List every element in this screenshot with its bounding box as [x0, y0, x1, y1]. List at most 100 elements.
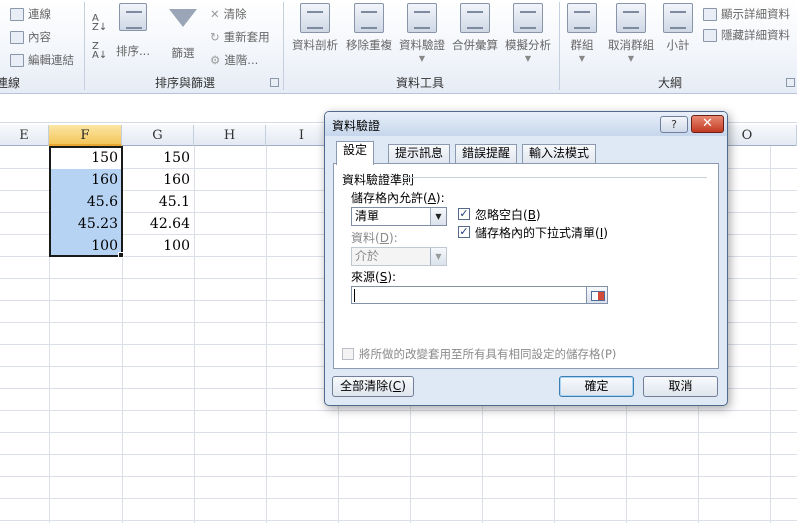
criteria-heading: 資料驗證準則 — [342, 173, 415, 187]
tab-error-alert[interactable]: 錯誤提醒 — [455, 144, 518, 163]
data-validation-button[interactable]: 資料驗證 ▼ — [396, 3, 448, 63]
ungroup-icon — [616, 3, 646, 33]
data-select[interactable]: 介於 ▼ — [351, 247, 447, 266]
reapply-icon: ↻ — [210, 30, 220, 44]
ok-button[interactable]: 確定 — [559, 376, 634, 397]
show-detail-icon — [703, 7, 717, 21]
chevron-down-icon: ▼ — [430, 248, 446, 265]
data-tools-group-label: 資料工具 — [395, 76, 444, 90]
chevron-down-icon: ▼ — [578, 54, 586, 63]
reapply-button[interactable]: ↻ 重新套用 — [210, 29, 270, 45]
connections-button[interactable]: 連線 — [10, 6, 51, 22]
tab-ime-mode[interactable]: 輸入法模式 — [522, 144, 597, 163]
column-header-e[interactable]: E — [0, 125, 49, 146]
what-if-analysis-button[interactable]: 模擬分析 ▼ — [502, 3, 554, 63]
properties-button[interactable]: 內容 — [10, 29, 51, 45]
consolidate-button[interactable]: 合併彙算 — [449, 3, 501, 53]
in-cell-dropdown-checkbox[interactable]: ✓ — [458, 226, 470, 238]
help-button[interactable]: ? — [660, 116, 688, 133]
sort-button[interactable]: 排序... — [114, 3, 152, 58]
ignore-blank-checkbox[interactable]: ✓ — [458, 208, 470, 220]
column-header-g[interactable]: G — [122, 125, 194, 146]
filter-button[interactable]: 篩選 — [165, 3, 201, 60]
subtotal-icon — [663, 3, 693, 33]
cancel-button[interactable]: 取消 — [643, 376, 718, 397]
grid-line — [0, 410, 797, 411]
data-label: 資料(D): — [351, 231, 398, 245]
ignore-blank-label: 忽略空白(B) — [475, 208, 541, 222]
hide-detail-icon — [703, 28, 717, 42]
remove-duplicates-icon — [354, 3, 384, 33]
grid-line — [0, 498, 797, 499]
tab-input-message[interactable]: 提示訊息 — [388, 144, 451, 163]
column-header-h[interactable]: H — [194, 125, 266, 146]
source-label: 來源(S): — [351, 270, 397, 284]
sort-filter-group-label: 排序與篩選 — [154, 76, 215, 90]
sort-za-icon: Z A↓ — [92, 41, 108, 61]
data-validation-dialog: 資料驗證 ? ✕ 設定 提示訊息 錯誤提醒 輸入法模式 資料驗證準則 儲存格內允… — [324, 111, 728, 406]
connections-icon — [10, 7, 24, 21]
allow-select[interactable]: 清單 ▼ — [351, 207, 447, 226]
filter-funnel-icon — [169, 9, 197, 27]
cell-g1[interactable]: 150 — [123, 147, 193, 169]
grid-line — [194, 146, 195, 523]
grid-line — [0, 454, 797, 455]
show-detail-button[interactable]: 顯示詳細資料 — [703, 6, 790, 22]
chevron-down-icon: ▼ — [430, 208, 446, 225]
cell-g3[interactable]: 45.1 — [123, 191, 193, 213]
dialog-launcher-icon[interactable] — [270, 78, 279, 87]
grid-line — [770, 146, 771, 523]
chevron-down-icon: ▼ — [524, 54, 532, 63]
clear-filter-button[interactable]: ✕ 清除 — [210, 6, 247, 22]
source-input[interactable] — [351, 286, 608, 304]
ungroup-button[interactable]: 取消群組 ▼ — [605, 3, 657, 63]
clear-all-button[interactable]: 全部清除(C) — [332, 376, 414, 397]
close-button[interactable]: ✕ — [691, 115, 724, 133]
selection-border — [49, 146, 123, 257]
dialog-titlebar[interactable]: 資料驗證 ? ✕ — [325, 112, 727, 136]
settings-tab-panel: 資料驗證準則 儲存格內允許(A): 清單 ▼ ✓ 忽略空白(B) ✓ 儲存格內的… — [333, 163, 719, 369]
tab-settings[interactable]: 設定 — [336, 141, 375, 165]
text-to-columns-icon — [300, 3, 330, 33]
group-icon — [567, 3, 597, 33]
remove-duplicates-button[interactable]: 移除重複 — [343, 3, 395, 53]
subtotal-button[interactable]: 小計 — [661, 3, 695, 53]
chevron-down-icon: ▼ — [627, 54, 635, 63]
text-caret — [354, 289, 355, 302]
apply-all-label: 將所做的改變套用至所有具有相同設定的儲存格(P) — [359, 347, 617, 361]
group-divider — [283, 2, 284, 90]
what-if-icon — [513, 3, 543, 33]
properties-icon — [10, 30, 24, 44]
data-validation-icon — [407, 3, 437, 33]
collapse-dialog-button[interactable] — [586, 286, 608, 304]
sort-descending-button[interactable]: Z A↓ — [92, 41, 108, 61]
hide-detail-button[interactable]: 隱藏詳細資料 — [703, 27, 790, 43]
grid-line — [266, 146, 267, 523]
allow-label: 儲存格內允許(A): — [351, 191, 445, 205]
group-divider — [559, 2, 560, 90]
cell-g4[interactable]: 42.64 — [123, 213, 193, 235]
group-divider — [402, 177, 707, 178]
connections-group-label: 連線 — [0, 76, 21, 90]
apply-all-checkbox[interactable] — [342, 348, 354, 360]
advanced-filter-icon: ⚙ — [210, 53, 221, 67]
grid-line — [0, 476, 797, 477]
edit-links-button[interactable]: 編輯連結 — [10, 52, 74, 68]
edit-links-icon — [10, 53, 24, 67]
cell-g5[interactable]: 100 — [123, 235, 193, 257]
dialog-title: 資料驗證 — [332, 119, 381, 133]
text-to-columns-button[interactable]: 資料剖析 — [289, 3, 341, 53]
group-divider — [84, 2, 85, 90]
sort-ascending-button[interactable]: A Z↓ — [92, 13, 108, 33]
cell-g2[interactable]: 160 — [123, 169, 193, 191]
group-button[interactable]: 群組 ▼ — [565, 3, 599, 63]
outline-group-label: 大綱 — [657, 76, 682, 90]
advanced-filter-button[interactable]: ⚙ 進階... — [210, 52, 258, 68]
consolidate-icon — [460, 3, 490, 33]
clear-filter-icon: ✕ — [210, 7, 220, 21]
grid-line — [0, 432, 797, 433]
sort-az-icon: A Z↓ — [92, 13, 108, 33]
column-header-f[interactable]: F — [49, 125, 122, 146]
fill-handle[interactable] — [118, 252, 124, 258]
dialog-launcher-icon[interactable] — [786, 78, 795, 87]
